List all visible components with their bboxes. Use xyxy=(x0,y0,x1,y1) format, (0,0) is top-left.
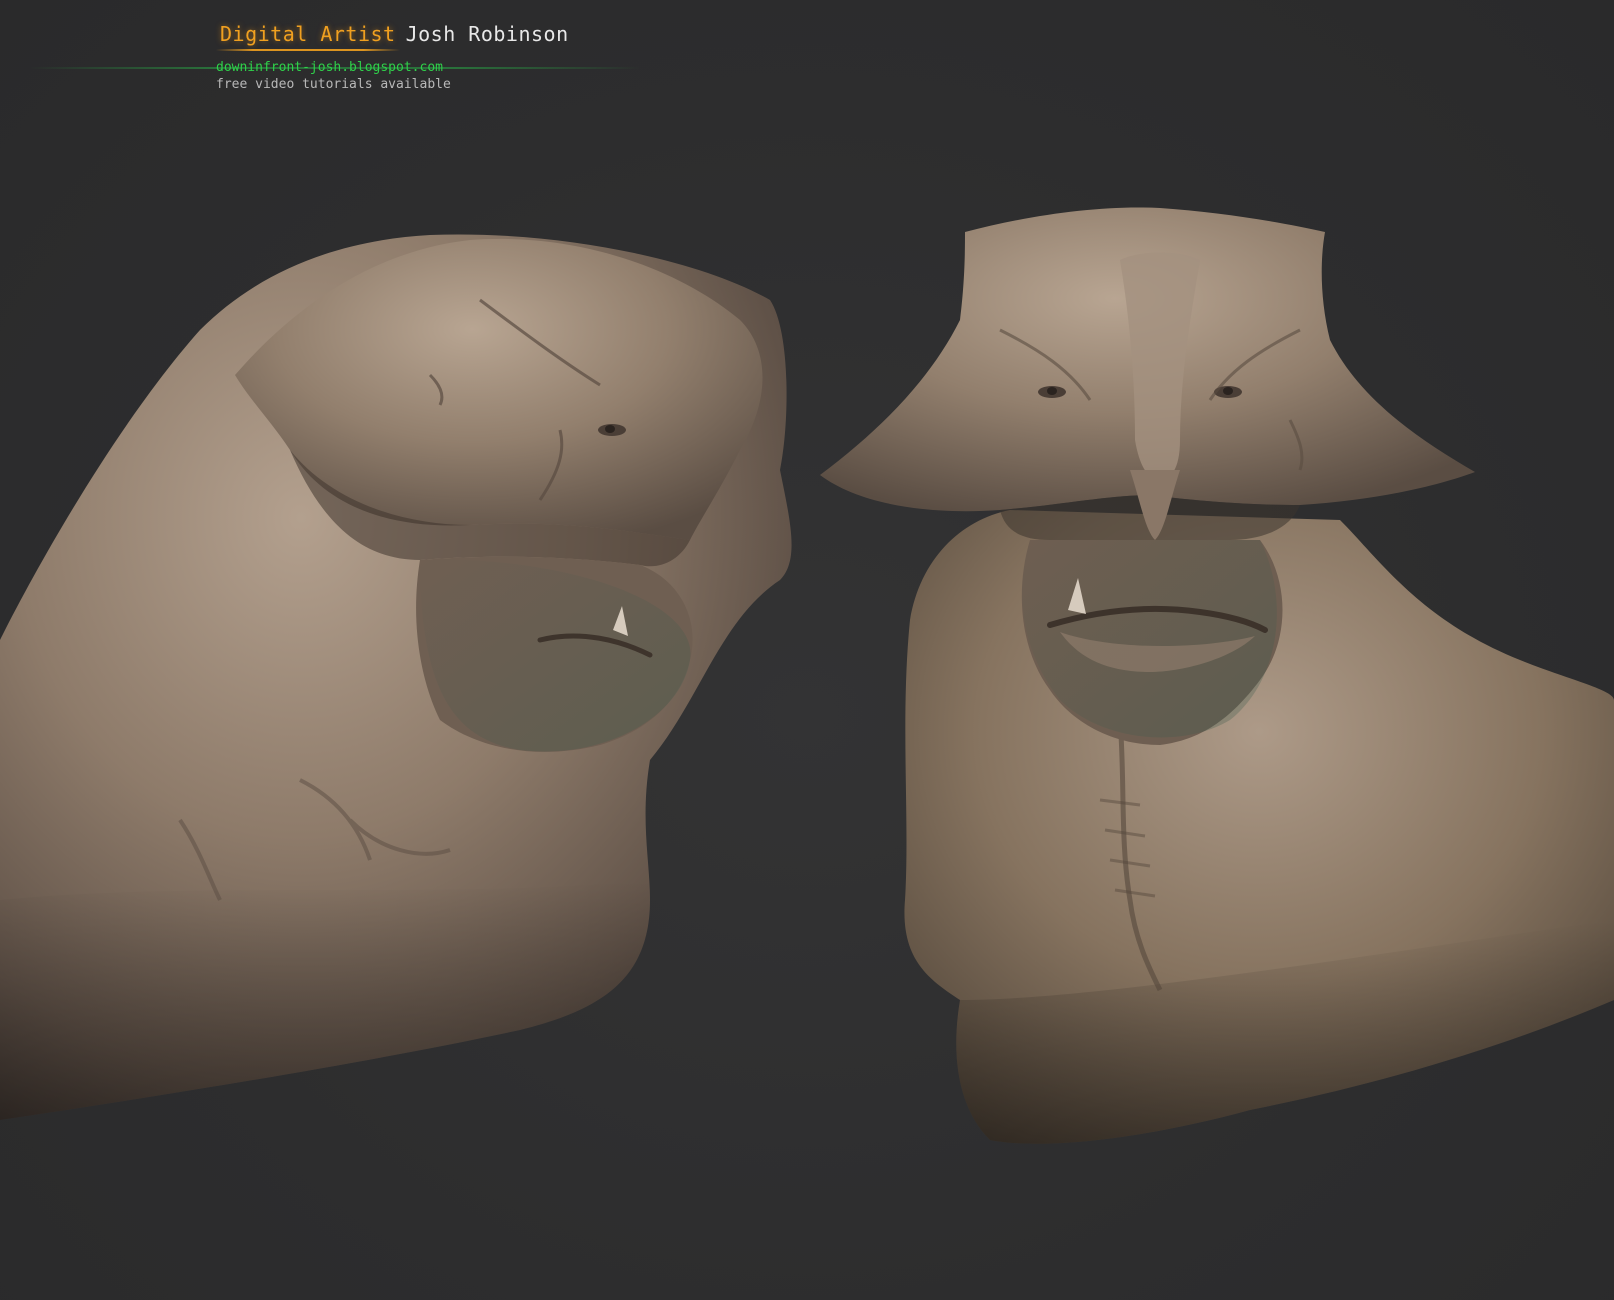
artist-role: Digital Artist xyxy=(216,22,400,46)
tutorials-tagline: free video tutorials available xyxy=(216,77,451,92)
sculpture-render xyxy=(0,207,1614,1144)
artist-name: Josh Robinson xyxy=(405,22,569,46)
artist-header: Digital Artist Josh Robinson downinfront-… xyxy=(0,0,700,110)
artist-blog-link[interactable]: downinfront-josh.blogspot.com xyxy=(216,60,443,75)
bust-front-view xyxy=(820,207,1614,1144)
artist-title: Digital Artist Josh Robinson xyxy=(216,22,569,46)
render-canvas: Digital Artist Josh Robinson downinfront-… xyxy=(0,0,1614,1300)
bust-three-quarter-view xyxy=(0,234,792,1120)
